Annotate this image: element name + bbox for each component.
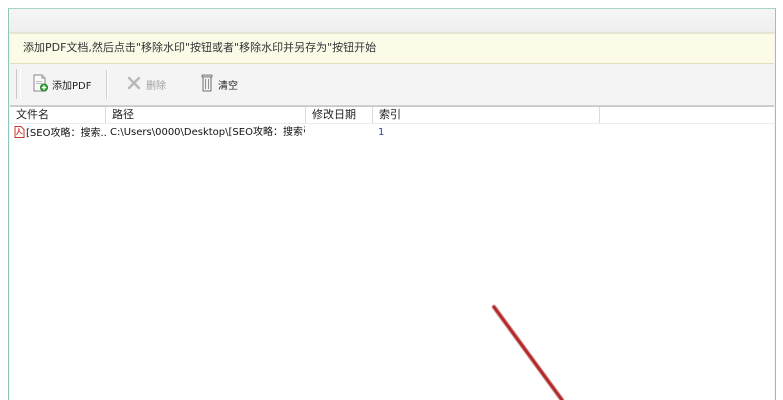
- toolbar-grip[interactable]: [16, 69, 21, 99]
- column-header-index[interactable]: 索引: [373, 107, 600, 123]
- pdf-file-icon: [14, 126, 25, 140]
- title-bar[interactable]: [9, 9, 775, 33]
- instruction-text: 添加PDF文档,然后点击"移除水印"按钮或者"移除水印并另存为"按钮开始: [23, 41, 377, 54]
- row-filename-cell: [SEO攻略：搜索...: [14, 126, 106, 140]
- clear-trash-icon: [200, 74, 214, 95]
- delete-label: 删除: [146, 80, 166, 92]
- toolbar-separator: [106, 70, 107, 99]
- delete-x-icon: [126, 75, 142, 94]
- app-window: 添加PDF文档,然后点击"移除水印"按钮或者"移除水印并另存为"按钮开始 添加P…: [8, 8, 776, 400]
- add-pdf-label: 添加PDF: [52, 80, 92, 92]
- add-pdf-button[interactable]: 添加PDF: [32, 73, 91, 95]
- clear-button[interactable]: 清空: [200, 73, 238, 95]
- row-modified: [310, 126, 370, 140]
- add-pdf-icon: [32, 74, 48, 95]
- delete-button[interactable]: 删除: [126, 73, 166, 95]
- instruction-notice: 添加PDF文档,然后点击"移除水印"按钮或者"移除水印并另存为"按钮开始: [10, 33, 774, 64]
- row-index: 1: [378, 127, 385, 138]
- column-header-path[interactable]: 路径: [106, 107, 306, 123]
- file-list[interactable]: 文件名 路径 修改日期 索引 [SEO攻略：搜索... C:\Users\000…: [10, 106, 774, 400]
- clear-label: 清空: [218, 80, 238, 92]
- row-filename: [SEO攻略：搜索...: [26, 128, 106, 139]
- column-header-filename[interactable]: 文件名: [10, 107, 106, 123]
- column-header-modified[interactable]: 修改日期: [306, 107, 373, 123]
- toolbar: 添加PDF 删除 清空: [10, 64, 774, 106]
- row-path: C:\Users\0000\Desktop\[SEO攻略：搜索引擎...: [110, 127, 305, 138]
